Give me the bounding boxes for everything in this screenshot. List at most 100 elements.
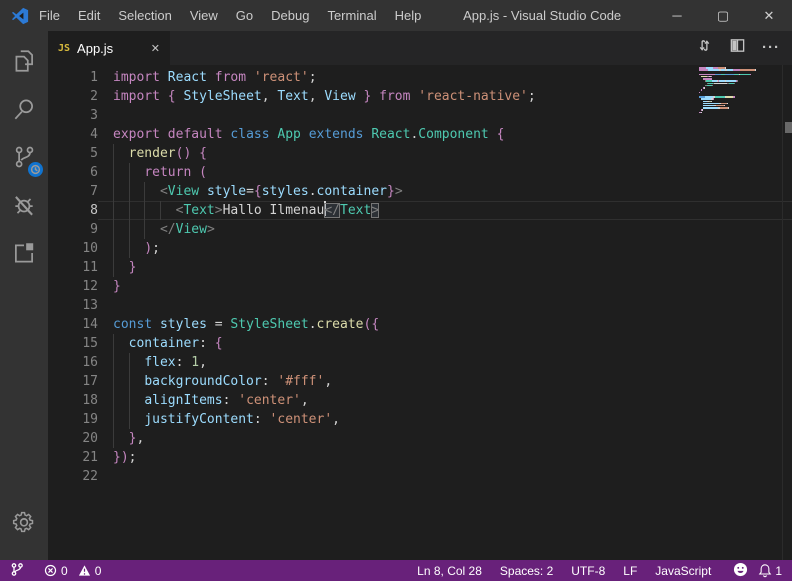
code-editor[interactable]: 1import React from 'react';2import { Sty… [48,65,792,560]
status-left: 0 0 [10,562,101,580]
status-right: Ln 8, Col 28 Spaces: 2 UTF-8 LF JavaScript 1 [417,562,782,580]
menu-item-go[interactable]: Go [227,0,262,31]
code-line-14[interactable]: 14const styles = StyleSheet.create({ [48,315,792,334]
extensions-icon[interactable] [0,229,48,277]
code-text: const styles = StyleSheet.create({ [98,315,792,334]
code-line-21[interactable]: 21}); [48,448,792,467]
line-number: 1 [48,68,98,87]
menu-item-help[interactable]: Help [386,0,431,31]
line-number: 7 [48,182,98,201]
code-text: container: { [98,334,792,353]
tab-label: App.js [77,41,113,56]
editor-group: JS App.js ✕ [48,31,792,560]
more-actions-icon[interactable]: ··· [762,43,780,53]
code-text: }); [98,448,792,467]
source-control-icon[interactable] [0,133,48,181]
line-number: 8 [48,201,98,220]
menu-item-view[interactable]: View [181,0,227,31]
search-icon[interactable] [0,85,48,133]
code-line-22[interactable]: 22 [48,467,792,486]
vscode-logo-icon [0,7,30,25]
status-bar: 0 0 Ln 8, Col 28 Spaces: 2 UTF-8 LF JavaScri… [0,560,792,581]
menu-item-edit[interactable]: Edit [69,0,109,31]
split-editor-icon[interactable] [729,37,746,59]
line-number: 16 [48,353,98,372]
notification-count: 1 [775,564,782,578]
overview-ruler[interactable] [782,65,792,560]
code-line-10[interactable]: 10 ); [48,239,792,258]
code-text: } [98,277,792,296]
window-controls: ─ ▢ ✕ [654,0,792,31]
status-right-icons: 1 [733,562,782,580]
code-line-2[interactable]: 2import { StyleSheet, Text, View } from … [48,87,792,106]
status-item-1[interactable]: Spaces: 2 [500,564,553,578]
line-number: 19 [48,410,98,429]
status-item-3[interactable]: LF [623,564,637,578]
sync-changes-icon[interactable] [696,37,713,59]
minimap-line [699,114,781,116]
code-text: </View> [98,220,792,239]
line-number: 6 [48,163,98,182]
feedback-smiley-icon[interactable] [733,562,748,580]
line-number: 3 [48,106,98,125]
code-line-6[interactable]: 6 return ( [48,163,792,182]
code-line-8[interactable]: 8 <Text>Hallo Ilmenau</Text> [48,201,792,220]
code-line-1[interactable]: 1import React from 'react'; [48,68,792,87]
code-line-12[interactable]: 12} [48,277,792,296]
line-number: 9 [48,220,98,239]
menu-item-selection[interactable]: Selection [109,0,180,31]
line-number: 15 [48,334,98,353]
line-number: 14 [48,315,98,334]
code-text: flex: 1, [98,353,792,372]
window-title: App.js - Visual Studio Code [430,8,654,23]
code-line-13[interactable]: 13 [48,296,792,315]
code-line-16[interactable]: 16 flex: 1, [48,353,792,372]
status-right-items: Ln 8, Col 28 Spaces: 2 UTF-8 LF JavaScript [417,564,711,578]
menu-item-file[interactable]: File [30,0,69,31]
status-item-4[interactable]: JavaScript [655,564,711,578]
git-branch-icon[interactable] [10,562,24,580]
line-number: 21 [48,448,98,467]
line-number: 11 [48,258,98,277]
code-line-15[interactable]: 15 container: { [48,334,792,353]
explorer-icon[interactable] [0,37,48,85]
code-line-20[interactable]: 20 }, [48,429,792,448]
code-text: <View style={styles.container}> [98,182,792,201]
tab-close-icon[interactable]: ✕ [151,42,160,55]
code-text: import React from 'react'; [98,68,792,87]
debug-icon[interactable] [0,181,48,229]
line-number: 12 [48,277,98,296]
code-line-18[interactable]: 18 alignItems: 'center', [48,391,792,410]
notifications-bell[interactable]: 1 [758,563,782,578]
code-line-9[interactable]: 9 </View> [48,220,792,239]
code-lines: 1import React from 'react';2import { Sty… [48,68,792,486]
menu-item-debug[interactable]: Debug [262,0,318,31]
maximize-button[interactable]: ▢ [700,0,746,31]
code-line-17[interactable]: 17 backgroundColor: '#fff', [48,372,792,391]
activity-bar [0,31,48,560]
code-line-11[interactable]: 11 } [48,258,792,277]
code-line-19[interactable]: 19 justifyContent: 'center', [48,410,792,429]
settings-gear-icon[interactable] [0,498,48,546]
close-button[interactable]: ✕ [746,0,792,31]
minimize-button[interactable]: ─ [654,0,700,31]
tab-appjs[interactable]: JS App.js ✕ [48,31,170,65]
minimap[interactable] [699,67,781,116]
main-area: JS App.js ✕ [0,31,792,560]
status-item-2[interactable]: UTF-8 [571,564,605,578]
code-text: alignItems: 'center', [98,391,792,410]
problems-indicator[interactable]: 0 0 [44,564,101,578]
code-line-3[interactable]: 3 [48,106,792,125]
code-line-4[interactable]: 4export default class App extends React.… [48,125,792,144]
code-line-5[interactable]: 5 render() { [48,144,792,163]
menu-item-terminal[interactable]: Terminal [318,0,385,31]
code-line-7[interactable]: 7 <View style={styles.container}> [48,182,792,201]
line-number: 10 [48,239,98,258]
status-item-0[interactable]: Ln 8, Col 28 [417,564,482,578]
javascript-file-icon: JS [58,43,70,54]
overview-cursor-marker [785,122,792,133]
tab-bar: JS App.js ✕ [48,31,792,65]
line-number: 13 [48,296,98,315]
error-icon [44,564,57,577]
code-text: <Text>Hallo Ilmenau</Text> [98,201,792,220]
